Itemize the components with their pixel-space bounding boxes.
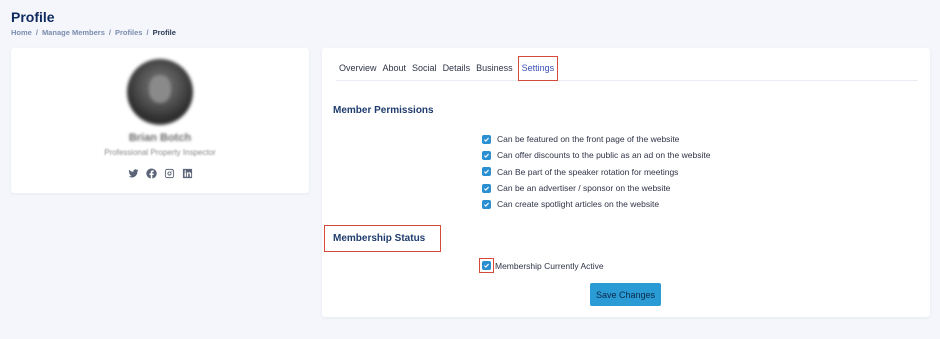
profile-card: Brian Botch Professional Property Inspec… [11,48,309,193]
membership-status-heading: Membership Status [333,233,426,244]
tab-bar: Overview About Social Details Business S… [336,55,918,81]
tab-settings[interactable]: Settings [517,55,559,81]
permission-label: Can offer discounts to the public as an … [497,150,711,161]
permission-item: Can be featured on the front page of the… [482,131,710,147]
facebook-icon[interactable] [145,168,157,179]
checkbox[interactable] [482,167,491,177]
instagram-icon[interactable] [164,168,175,179]
breadcrumb-current: Profile [152,28,176,37]
tab-details[interactable]: Details [440,57,474,79]
settings-card: Overview About Social Details Business S… [322,48,930,317]
checkbox[interactable] [482,199,491,209]
checkbox[interactable] [482,150,491,160]
breadcrumb-separator: / [146,28,149,37]
membership-active-checkbox[interactable] [479,258,494,273]
breadcrumb-home[interactable]: Home [11,28,32,37]
breadcrumb-separator: / [35,28,38,37]
permission-label: Can be an advertiser / sponsor on the we… [497,183,671,194]
permission-label: Can be featured on the front page of the… [497,134,680,145]
tab-social[interactable]: Social [409,57,440,79]
twitter-icon[interactable] [127,168,139,179]
avatar [127,59,193,125]
checkbox[interactable] [482,134,491,144]
membership-active-label: Membership Currently Active [495,260,604,271]
tab-about[interactable]: About [380,57,410,79]
permission-item: Can create spotlight articles on the web… [482,196,710,212]
permission-label: Can create spotlight articles on the web… [497,199,660,210]
breadcrumb-manage-members[interactable]: Manage Members [42,28,105,37]
breadcrumb-separator: / [108,28,111,37]
tab-overview[interactable]: Overview [336,57,380,79]
linkedin-icon[interactable] [182,168,193,179]
save-changes-button[interactable]: Save Changes [590,283,661,306]
tab-business[interactable]: Business [473,57,516,79]
profile-role: Professional Property Inspector [104,148,216,157]
checkbox[interactable] [482,261,491,270]
breadcrumb-profiles[interactable]: Profiles [115,28,143,37]
breadcrumb: Home / Manage Members / Profiles / Profi… [11,28,176,37]
permission-item: Can be an advertiser / sponsor on the we… [482,180,710,196]
checkbox[interactable] [482,183,491,193]
page-title: Profile [11,9,55,25]
permission-item: Can offer discounts to the public as an … [482,147,710,163]
membership-active-row: Membership Currently Active [479,258,604,273]
profile-name: Brian Botch [128,132,192,144]
permission-item: Can Be part of the speaker rotation for … [482,164,710,180]
member-permissions-heading: Member Permissions [333,105,434,116]
permission-label: Can Be part of the speaker rotation for … [497,166,679,177]
permissions-list: Can be featured on the front page of the… [482,131,710,212]
social-links [11,168,309,179]
